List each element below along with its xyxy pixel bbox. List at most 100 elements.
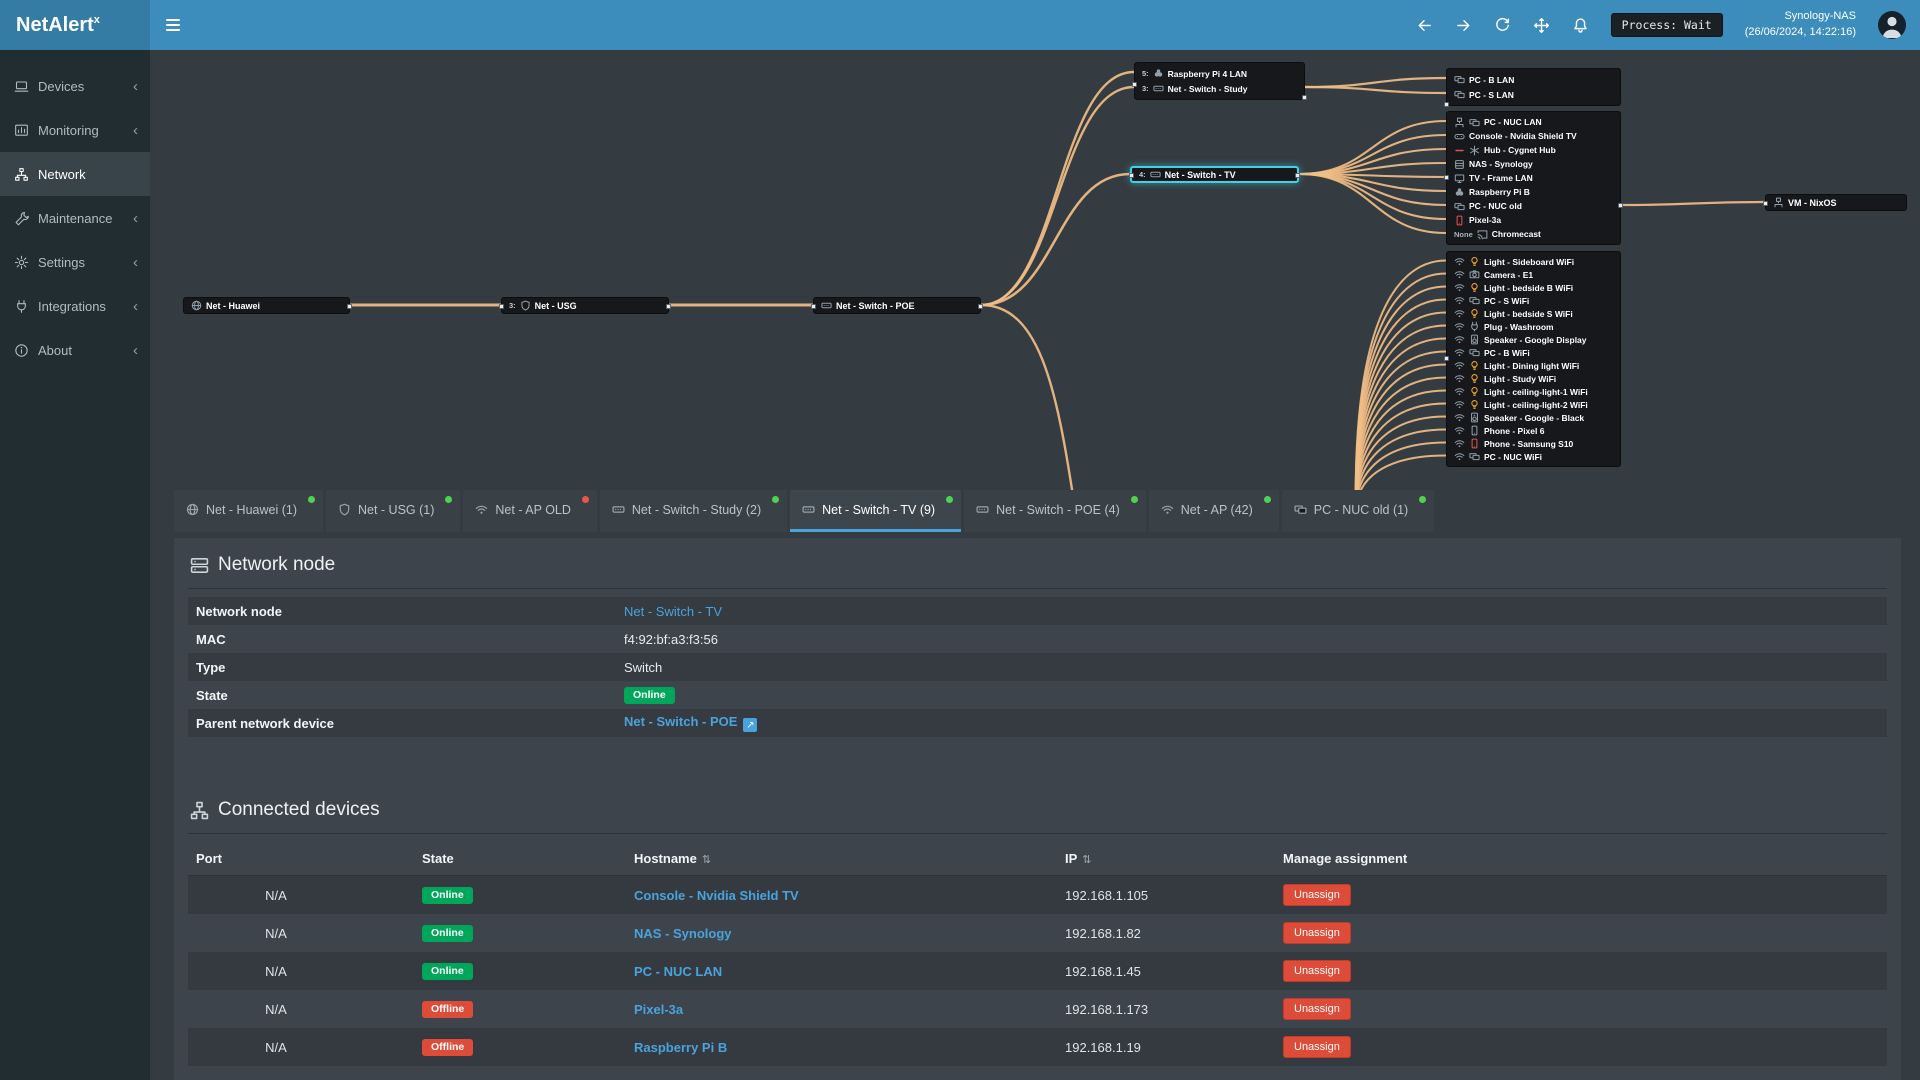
state-cell: Online (422, 886, 634, 904)
topology-device-row[interactable]: Light - ceiling-light-1 WiFi (1447, 385, 1620, 398)
connector (1302, 95, 1307, 100)
network-node-link[interactable]: Net - Switch - TV (624, 604, 722, 619)
wifi-icon (1454, 269, 1465, 280)
hostname-link[interactable]: NAS - Synology (634, 926, 732, 941)
hostname-link[interactable]: Console - Nvidia Shield TV (634, 888, 799, 903)
server-timestamp: (26/06/2024, 14:22:16) (1744, 26, 1856, 38)
info-row: Parent network device Net - Switch - POE ↗ (188, 709, 1887, 737)
topology-device-row[interactable]: Light - Dining light WiFi (1447, 359, 1620, 372)
tab-net-switch-study[interactable]: Net - Switch - Study (2) (600, 490, 787, 532)
sidebar-item-maintenance[interactable]: Maintenance ‹ (0, 196, 150, 240)
topology-node-vm-nixos[interactable]: VM - NixOS (1763, 194, 1907, 211)
parent-device-link[interactable]: Net - Switch - POE (624, 714, 737, 729)
topology-device-row[interactable]: Raspberry Pi B (1447, 185, 1620, 199)
topology-node-switch-tv[interactable]: 4: Net - Switch - TV (1129, 166, 1300, 183)
sidebar-item-network[interactable]: Network (0, 152, 150, 196)
pan-move-button[interactable] (1533, 17, 1550, 34)
node-label: PC - S LAN (1469, 89, 1514, 100)
topology-device-row[interactable]: Light - Study WiFi (1447, 372, 1620, 385)
device-row: N/A Online Console - Nvidia Shield TV 192.1… (188, 876, 1887, 914)
tab-net-ap-old[interactable]: Net - AP OLD (463, 490, 597, 532)
status-dot (772, 496, 780, 503)
wrench-icon (14, 211, 29, 226)
topology-device-row[interactable]: Camera - E1 (1447, 268, 1620, 281)
topology-device-row[interactable]: Light - bedside S WiFi (1447, 307, 1620, 320)
topology-device-row[interactable]: PC - S LAN (1447, 87, 1620, 102)
topology-device-row[interactable]: Console - Nvidia Shield TV (1447, 129, 1620, 143)
topology-device-row[interactable]: PC - NUC LAN (1447, 115, 1620, 129)
sidebar-item-devices[interactable]: Devices ‹ (0, 64, 150, 108)
network-topology-canvas[interactable]: Net - Huawei 3: Net - USG Net - Switch - PO… (150, 50, 1920, 490)
connected-devices-section: Connected devices Port State Hostname ⇅ I… (188, 799, 1887, 1066)
topology-node-huawei[interactable]: Net - Huawei (183, 297, 352, 314)
unassign-button[interactable]: Unassign (1283, 960, 1351, 982)
pc-icon (1454, 89, 1465, 100)
sidebar-item-settings[interactable]: Settings ‹ (0, 240, 150, 284)
connector (811, 304, 816, 309)
app-logo[interactable]: NetAlert x (0, 0, 150, 50)
topology-device-row[interactable]: Light - bedside B WiFi (1447, 281, 1620, 294)
user-avatar[interactable] (1878, 11, 1906, 39)
tab-net-huawei[interactable]: Net - Huawei (1) (174, 490, 323, 532)
refresh-button[interactable] (1494, 17, 1511, 34)
wifi-icon (1454, 386, 1465, 397)
sidebar-item-integrations[interactable]: Integrations ‹ (0, 284, 150, 328)
sidebar-item-about[interactable]: About ‹ (0, 328, 150, 372)
topology-device-row[interactable]: PC - B WiFi (1447, 346, 1620, 359)
wifi-icon (1454, 412, 1465, 423)
field-label: MAC (196, 631, 226, 647)
topology-device-row[interactable]: NAS - Synology (1447, 157, 1620, 171)
sidebar-toggle-button[interactable] (150, 0, 196, 50)
notifications-bell-button[interactable] (1572, 17, 1589, 34)
topology-device-row[interactable]: Hub - Cygnet Hub (1447, 143, 1620, 157)
hostname-link[interactable]: Raspberry Pi B (634, 1040, 727, 1055)
unassign-button[interactable]: Unassign (1283, 998, 1351, 1020)
topology-device-row[interactable]: 5: Raspberry Pi 4 LAN (1135, 66, 1304, 81)
ip-cell: 192.168.1.173 (1065, 1001, 1149, 1017)
chevron-left-icon: ‹ (133, 209, 138, 227)
tab-net-switch-tv[interactable]: Net - Switch - TV (9) (790, 490, 962, 532)
tab-label: Net - AP (42) (1180, 502, 1253, 517)
topology-device-row[interactable]: Speaker - Google - Black (1447, 411, 1620, 424)
unassign-button[interactable]: Unassign (1283, 922, 1351, 944)
tab-pc-nuc-old[interactable]: PC - NUC old (1) (1282, 490, 1434, 532)
hostname-link[interactable]: Pixel-3a (634, 1002, 683, 1017)
connector (666, 304, 671, 309)
topology-device-row[interactable]: Light - ceiling-light-2 WiFi (1447, 398, 1620, 411)
tab-net-usg[interactable]: Net - USG (1) (326, 490, 460, 532)
forward-button[interactable] (1455, 17, 1472, 34)
topology-device-row[interactable]: Phone - Pixel 6 (1447, 424, 1620, 437)
topology-device-row[interactable]: TV - Frame LAN (1447, 171, 1620, 185)
topology-device-row[interactable]: Plug - Washroom (1447, 320, 1620, 333)
node-label: Raspberry Pi B (1469, 187, 1530, 197)
topology-device-row[interactable]: 3: Net - Switch - Study (1135, 81, 1304, 96)
back-button[interactable] (1416, 17, 1433, 34)
topology-device-row[interactable]: Phone - Samsung S10 (1447, 437, 1620, 450)
unassign-button[interactable]: Unassign (1283, 1036, 1351, 1058)
topology-device-row[interactable]: PC - S WiFi (1447, 294, 1620, 307)
ip-header[interactable]: IP ⇅ (1065, 851, 1283, 866)
hostname-link[interactable]: PC - NUC LAN (634, 964, 722, 979)
external-link-icon[interactable]: ↗ (743, 718, 758, 733)
sort-icon[interactable]: ⇅ (1082, 854, 1091, 866)
topology-node-usg[interactable]: 3: Net - USG (499, 297, 671, 314)
field-label: Parent network device (196, 715, 334, 731)
topology-device-row[interactable]: PC - B LAN (1447, 72, 1620, 87)
tab-net-ap[interactable]: Net - AP (42) (1149, 490, 1279, 532)
topology-device-row[interactable]: PC - NUC WiFi (1447, 450, 1620, 463)
field-value: Net - Switch - POE ↗ (624, 714, 1887, 733)
topology-device-row[interactable]: Speaker - Google Display (1447, 333, 1620, 346)
sort-icon[interactable]: ⇅ (702, 854, 711, 866)
unassign-button[interactable]: Unassign (1283, 884, 1351, 906)
process-status-badge[interactable]: Process: Wait (1610, 13, 1723, 37)
topology-node-poe[interactable]: Net - Switch - POE (811, 297, 983, 314)
topology-device-row[interactable]: PC - NUC old (1447, 199, 1620, 213)
tab-net-switch-poe[interactable]: Net - Switch - POE (4) (964, 490, 1146, 532)
topology-device-row[interactable]: None Chromecast (1447, 227, 1620, 241)
topology-device-row[interactable]: Pixel-3a (1447, 213, 1620, 227)
topology-device-row[interactable]: Light - Sideboard WiFi (1447, 255, 1620, 268)
port-cell: N/A (265, 887, 287, 903)
tab-label: PC - NUC old (1) (1313, 502, 1409, 517)
sidebar-item-monitoring[interactable]: Monitoring ‹ (0, 108, 150, 152)
hostname-header[interactable]: Hostname ⇅ (634, 851, 1065, 866)
